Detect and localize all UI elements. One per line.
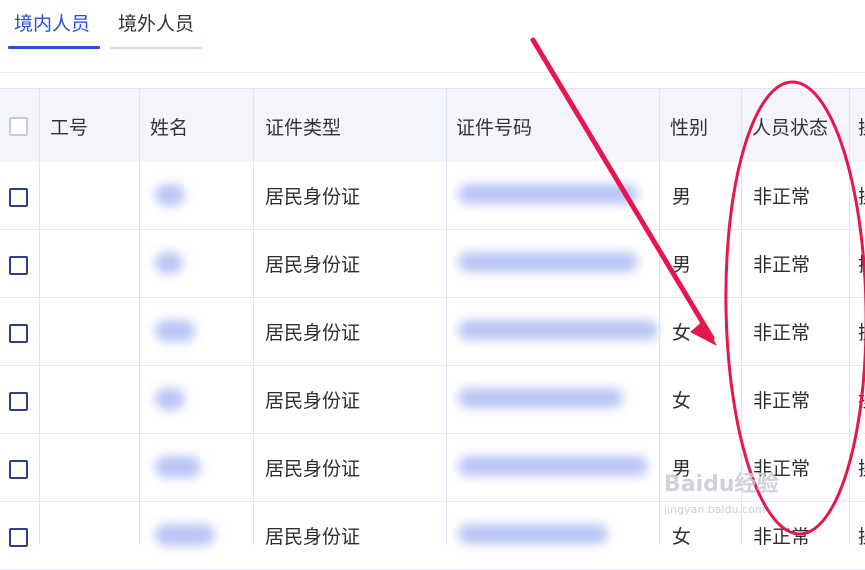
cell-status: 非正常 (753, 390, 811, 412)
row-checkbox[interactable] (9, 392, 28, 411)
header-gender[interactable]: 性别 (670, 113, 708, 140)
header-operation[interactable]: 操 (858, 113, 865, 140)
cell-id-type: 居民身份证 (265, 458, 361, 480)
cell-gender: 女 (672, 390, 692, 412)
redacted-name (155, 388, 185, 410)
cell-gender: 男 (672, 254, 692, 276)
column-divider (849, 88, 850, 545)
cell-status: 非正常 (753, 186, 811, 208)
redacted-id-number (458, 252, 638, 272)
redacted-name (155, 456, 201, 478)
table-row[interactable]: 居民身份证 男 非正常 操 (0, 230, 865, 298)
column-divider (659, 88, 660, 545)
redacted-name (155, 524, 215, 546)
cell-operation[interactable]: 操 (858, 318, 865, 345)
table-row[interactable]: 居民身份证 女 非正常 操 (0, 298, 865, 366)
redacted-id-number (458, 524, 608, 544)
cell-operation[interactable]: 操 (858, 386, 865, 413)
watermark-logo: Baidu经验 (664, 472, 779, 497)
redacted-name (155, 184, 185, 206)
row-checkbox[interactable] (9, 256, 28, 275)
column-divider (253, 88, 254, 545)
column-divider (139, 88, 140, 545)
redacted-id-number (458, 388, 623, 408)
tab-foreign-staff[interactable]: 境外人员 (118, 10, 194, 38)
column-divider (39, 88, 40, 545)
cell-id-type: 居民身份证 (265, 186, 361, 208)
tab-underline (110, 47, 202, 49)
tab-domestic-staff[interactable]: 境内人员 (14, 10, 90, 38)
row-checkbox[interactable] (9, 188, 28, 207)
redacted-id-number (458, 184, 638, 204)
cell-id-type: 居民身份证 (265, 322, 361, 344)
redacted-name (155, 320, 195, 342)
table-row[interactable]: 居民身份证 女 非正常 操 (0, 366, 865, 434)
watermark-url: jingyan.baidu.com (664, 503, 766, 516)
redacted-id-number (458, 320, 658, 340)
cell-gender: 男 (672, 186, 692, 208)
header-status[interactable]: 人员状态 (752, 113, 828, 140)
select-all-checkbox[interactable] (9, 117, 28, 136)
header-id-type[interactable]: 证件类型 (265, 113, 341, 140)
tab-active-underline (8, 46, 100, 49)
cell-id-type: 居民身份证 (265, 390, 361, 412)
table-header: 工号 姓名 证件类型 证件号码 性别 人员状态 操 (0, 88, 865, 164)
row-checkbox[interactable] (9, 460, 28, 479)
redacted-id-number (458, 456, 648, 476)
header-id-number[interactable]: 证件号码 (456, 113, 532, 140)
column-divider (446, 88, 447, 545)
header-name[interactable]: 姓名 (150, 113, 188, 140)
cell-status: 非正常 (753, 322, 811, 344)
cell-operation[interactable]: 操 (858, 250, 865, 277)
header-employee-id[interactable]: 工号 (50, 113, 88, 140)
cell-id-type: 居民身份证 (265, 254, 361, 276)
row-checkbox[interactable] (9, 528, 28, 547)
cell-operation[interactable]: 操 (858, 182, 865, 209)
cell-status: 非正常 (753, 254, 811, 276)
cell-operation[interactable]: 操 (858, 454, 865, 481)
row-checkbox[interactable] (9, 324, 28, 343)
table-row[interactable]: 居民身份证 男 非正常 操 (0, 162, 865, 230)
cell-gender: 女 (672, 322, 692, 344)
tab-bar: 境内人员 境外人员 (0, 0, 865, 73)
redacted-name (155, 252, 183, 274)
